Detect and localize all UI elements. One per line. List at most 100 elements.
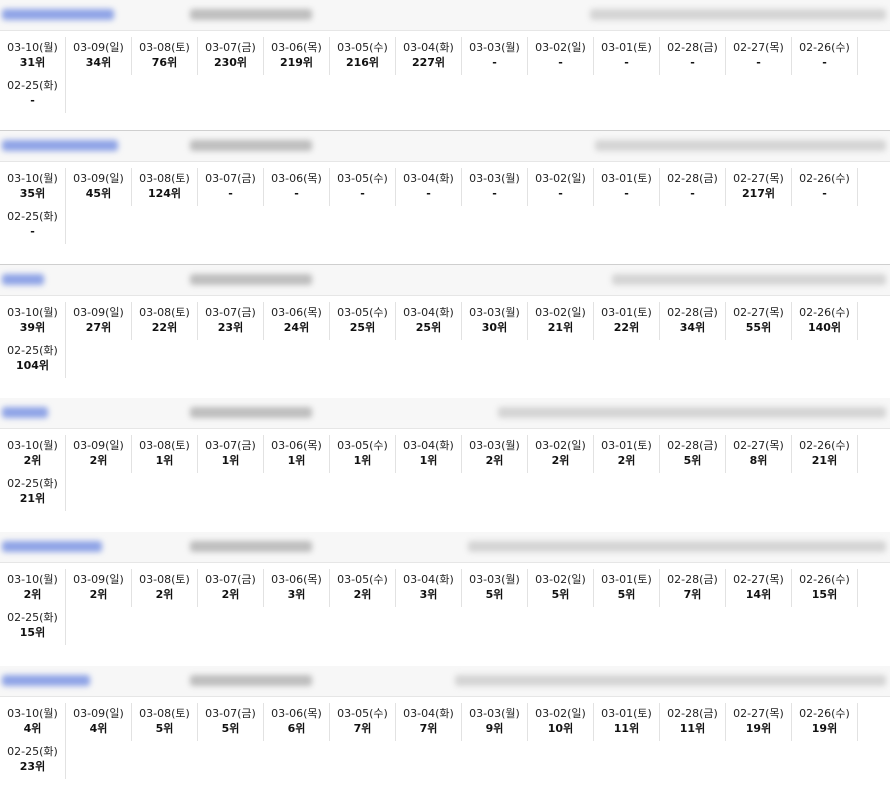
rank-cell: 03-05(수) - — [330, 168, 396, 206]
rank-cell: 02-25(화) 104위 — [0, 340, 66, 378]
rank-cell: 02-27(목) 217위 — [726, 168, 792, 206]
redacted-product-link[interactable] — [2, 9, 114, 20]
daily-rank-grid: 03-10(월) 39위 03-09(일) 27위 03-08(토) 22위 03-07(금… — [0, 296, 890, 378]
rank-value: 21위 — [547, 321, 574, 334]
product-rank-block: 03-10(월) 2위 03-09(일) 2위 03-08(토) 2위 03-07(금) 2위… — [0, 532, 890, 645]
rank-cell: 03-10(월) 35위 — [0, 168, 66, 206]
rank-cell: 02-28(금) 11위 — [660, 703, 726, 741]
rank-date: 03-09(일) — [73, 172, 124, 185]
rank-value: - — [228, 187, 233, 200]
rank-cell: 03-04(화) 1위 — [396, 435, 462, 473]
rank-value: 2위 — [89, 588, 108, 601]
rank-cell: 03-03(월) - — [462, 168, 528, 206]
rank-value: 140위 — [807, 321, 842, 334]
rank-cell: 03-05(수) 1위 — [330, 435, 396, 473]
rank-cell: 02-25(화) - — [0, 75, 66, 113]
product-rank-block: 03-10(월) 35위 03-09(일) 45위 03-08(토) 124위 03-07(… — [0, 130, 890, 244]
rank-cell: 03-06(목) 3위 — [264, 569, 330, 607]
rank-date: 03-02(일) — [535, 306, 586, 319]
rank-cell: 03-01(토) 22위 — [594, 302, 660, 340]
rank-date: 03-10(월) — [7, 172, 58, 185]
rank-value: 11위 — [679, 722, 706, 735]
rank-date: 02-27(목) — [733, 306, 784, 319]
rank-cell: 03-10(월) 31위 — [0, 37, 66, 75]
product-header[interactable] — [0, 398, 890, 429]
rank-value: 19위 — [811, 722, 838, 735]
rank-value: 76위 — [151, 56, 178, 69]
rank-date: 03-02(일) — [535, 172, 586, 185]
rank-cell: 03-03(월) 9위 — [462, 703, 528, 741]
rank-value: 23위 — [19, 760, 46, 773]
rank-value: 227위 — [411, 56, 446, 69]
rank-cell: 03-01(토) 5위 — [594, 569, 660, 607]
rank-date: 03-09(일) — [73, 573, 124, 586]
redacted-product-link[interactable] — [2, 407, 48, 418]
rank-value: 31위 — [19, 56, 46, 69]
redacted-product-name — [455, 675, 886, 686]
rank-date: 03-06(목) — [271, 172, 322, 185]
redacted-product-code — [190, 675, 312, 686]
redacted-product-link[interactable] — [2, 675, 90, 686]
rank-date: 03-05(수) — [337, 172, 388, 185]
product-header[interactable] — [0, 0, 890, 31]
rank-cell: 03-10(월) 2위 — [0, 435, 66, 473]
product-header[interactable] — [0, 666, 890, 697]
rank-cell: 02-28(금) - — [660, 37, 726, 75]
rank-cell: 03-03(월) - — [462, 37, 528, 75]
rank-date: 03-09(일) — [73, 707, 124, 720]
rank-cell: 02-25(화) 23위 — [0, 741, 66, 779]
rank-value: - — [492, 56, 497, 69]
rank-date: 03-03(월) — [469, 707, 520, 720]
rank-cell: 03-08(토) 22위 — [132, 302, 198, 340]
product-header[interactable] — [0, 532, 890, 563]
rank-date: 03-06(목) — [271, 573, 322, 586]
redacted-product-name — [498, 407, 886, 418]
rank-cell: 03-04(화) 7위 — [396, 703, 462, 741]
rank-value: 8위 — [749, 454, 768, 467]
rank-value: 21위 — [811, 454, 838, 467]
redacted-product-link[interactable] — [2, 274, 44, 285]
rank-date: 03-04(화) — [403, 707, 454, 720]
product-rank-block: 03-10(월) 39위 03-09(일) 27위 03-08(토) 22위 03-07(금… — [0, 264, 890, 378]
product-header[interactable] — [0, 264, 890, 296]
rank-date: 02-26(수) — [799, 306, 850, 319]
rank-date: 02-28(금) — [667, 439, 718, 452]
rank-cell: 02-26(수) 140위 — [792, 302, 858, 340]
rank-date: 02-28(금) — [667, 41, 718, 54]
rank-value: 23위 — [217, 321, 244, 334]
rank-date: 03-10(월) — [7, 306, 58, 319]
product-rank-block: 03-10(월) 2위 03-09(일) 2위 03-08(토) 1위 03-07(금) 1위… — [0, 398, 890, 511]
rank-date: 02-25(화) — [7, 210, 58, 223]
rank-value: 22위 — [613, 321, 640, 334]
rank-value: - — [822, 187, 827, 200]
product-rank-block: 03-10(월) 4위 03-09(일) 4위 03-08(토) 5위 03-07(금) 5위… — [0, 666, 890, 779]
rank-date: 03-03(월) — [469, 172, 520, 185]
rank-date: 03-03(월) — [469, 306, 520, 319]
rank-date: 03-07(금) — [205, 707, 256, 720]
rank-value: 2위 — [485, 454, 504, 467]
product-header[interactable] — [0, 130, 890, 162]
rank-date: 03-08(토) — [139, 41, 190, 54]
rank-value: - — [624, 56, 629, 69]
rank-cell: 03-07(금) 230위 — [198, 37, 264, 75]
rank-cell: 03-06(목) 24위 — [264, 302, 330, 340]
rank-value: 14위 — [745, 588, 772, 601]
rank-cell: 03-02(일) 21위 — [528, 302, 594, 340]
rank-cell: 02-27(목) 14위 — [726, 569, 792, 607]
rank-date: 03-05(수) — [337, 306, 388, 319]
redacted-product-link[interactable] — [2, 541, 102, 552]
rank-date: 02-25(화) — [7, 477, 58, 490]
rank-value: 2위 — [23, 588, 42, 601]
rank-value: 2위 — [23, 454, 42, 467]
rank-cell: 03-01(토) - — [594, 168, 660, 206]
rank-value: 1위 — [287, 454, 306, 467]
rank-date: 02-27(목) — [733, 573, 784, 586]
rank-cell: 02-28(금) 7위 — [660, 569, 726, 607]
redacted-product-code — [190, 274, 312, 285]
redacted-product-link[interactable] — [2, 140, 118, 151]
rank-date: 03-08(토) — [139, 573, 190, 586]
rank-value: 10위 — [547, 722, 574, 735]
rank-date: 02-25(화) — [7, 745, 58, 758]
rank-cell: 02-28(금) 34위 — [660, 302, 726, 340]
rank-date: 03-08(토) — [139, 439, 190, 452]
